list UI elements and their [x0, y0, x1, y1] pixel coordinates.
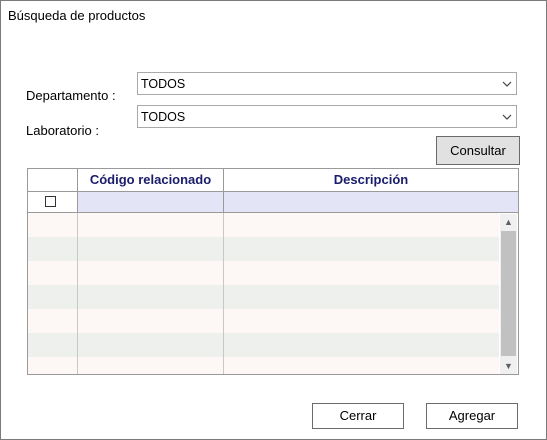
column-divider	[223, 213, 224, 374]
grid-header: Código relacionado Descripción	[28, 169, 518, 192]
grid-filter-row	[28, 192, 518, 213]
filter-cell-select	[28, 192, 78, 212]
column-header-codigo[interactable]: Código relacionado	[78, 169, 224, 191]
table-row[interactable]	[28, 309, 499, 333]
laboratorio-value: TODOS	[141, 110, 186, 124]
table-row[interactable]	[28, 333, 499, 357]
column-header-descripcion[interactable]: Descripción	[224, 169, 518, 191]
departamento-label: Departamento :	[26, 88, 116, 103]
select-all-checkbox[interactable]	[45, 196, 56, 207]
chevron-down-icon	[502, 81, 512, 87]
results-grid: Código relacionado Descripción ▲ ▼	[27, 168, 519, 375]
laboratorio-label: Laboratorio :	[26, 123, 99, 138]
arrow-down-icon[interactable]: ▼	[500, 358, 517, 374]
departamento-value: TODOS	[141, 77, 186, 91]
grid-rows	[28, 213, 499, 374]
column-divider	[77, 213, 78, 374]
arrow-up-icon[interactable]: ▲	[500, 214, 517, 230]
product-search-window: Búsqueda de productos Departamento : TOD…	[0, 0, 547, 440]
table-row[interactable]	[28, 213, 499, 237]
column-header-select[interactable]	[28, 169, 78, 191]
table-row[interactable]	[28, 357, 499, 374]
table-row[interactable]	[28, 237, 499, 261]
departamento-dropdown[interactable]: TODOS	[137, 72, 517, 95]
scrollbar-thumb[interactable]	[501, 231, 516, 356]
filter-cell-codigo[interactable]	[78, 192, 224, 212]
table-row[interactable]	[28, 285, 499, 309]
chevron-down-icon	[502, 114, 512, 120]
consultar-button[interactable]: Consultar	[436, 136, 520, 165]
filter-cell-descripcion[interactable]	[224, 192, 518, 212]
table-row[interactable]	[28, 261, 499, 285]
agregar-button[interactable]: Agregar	[426, 403, 518, 429]
cerrar-button[interactable]: Cerrar	[312, 403, 404, 429]
window-title: Búsqueda de productos	[8, 8, 146, 23]
laboratorio-dropdown[interactable]: TODOS	[137, 105, 517, 128]
grid-scrollbar[interactable]: ▲ ▼	[500, 214, 517, 374]
